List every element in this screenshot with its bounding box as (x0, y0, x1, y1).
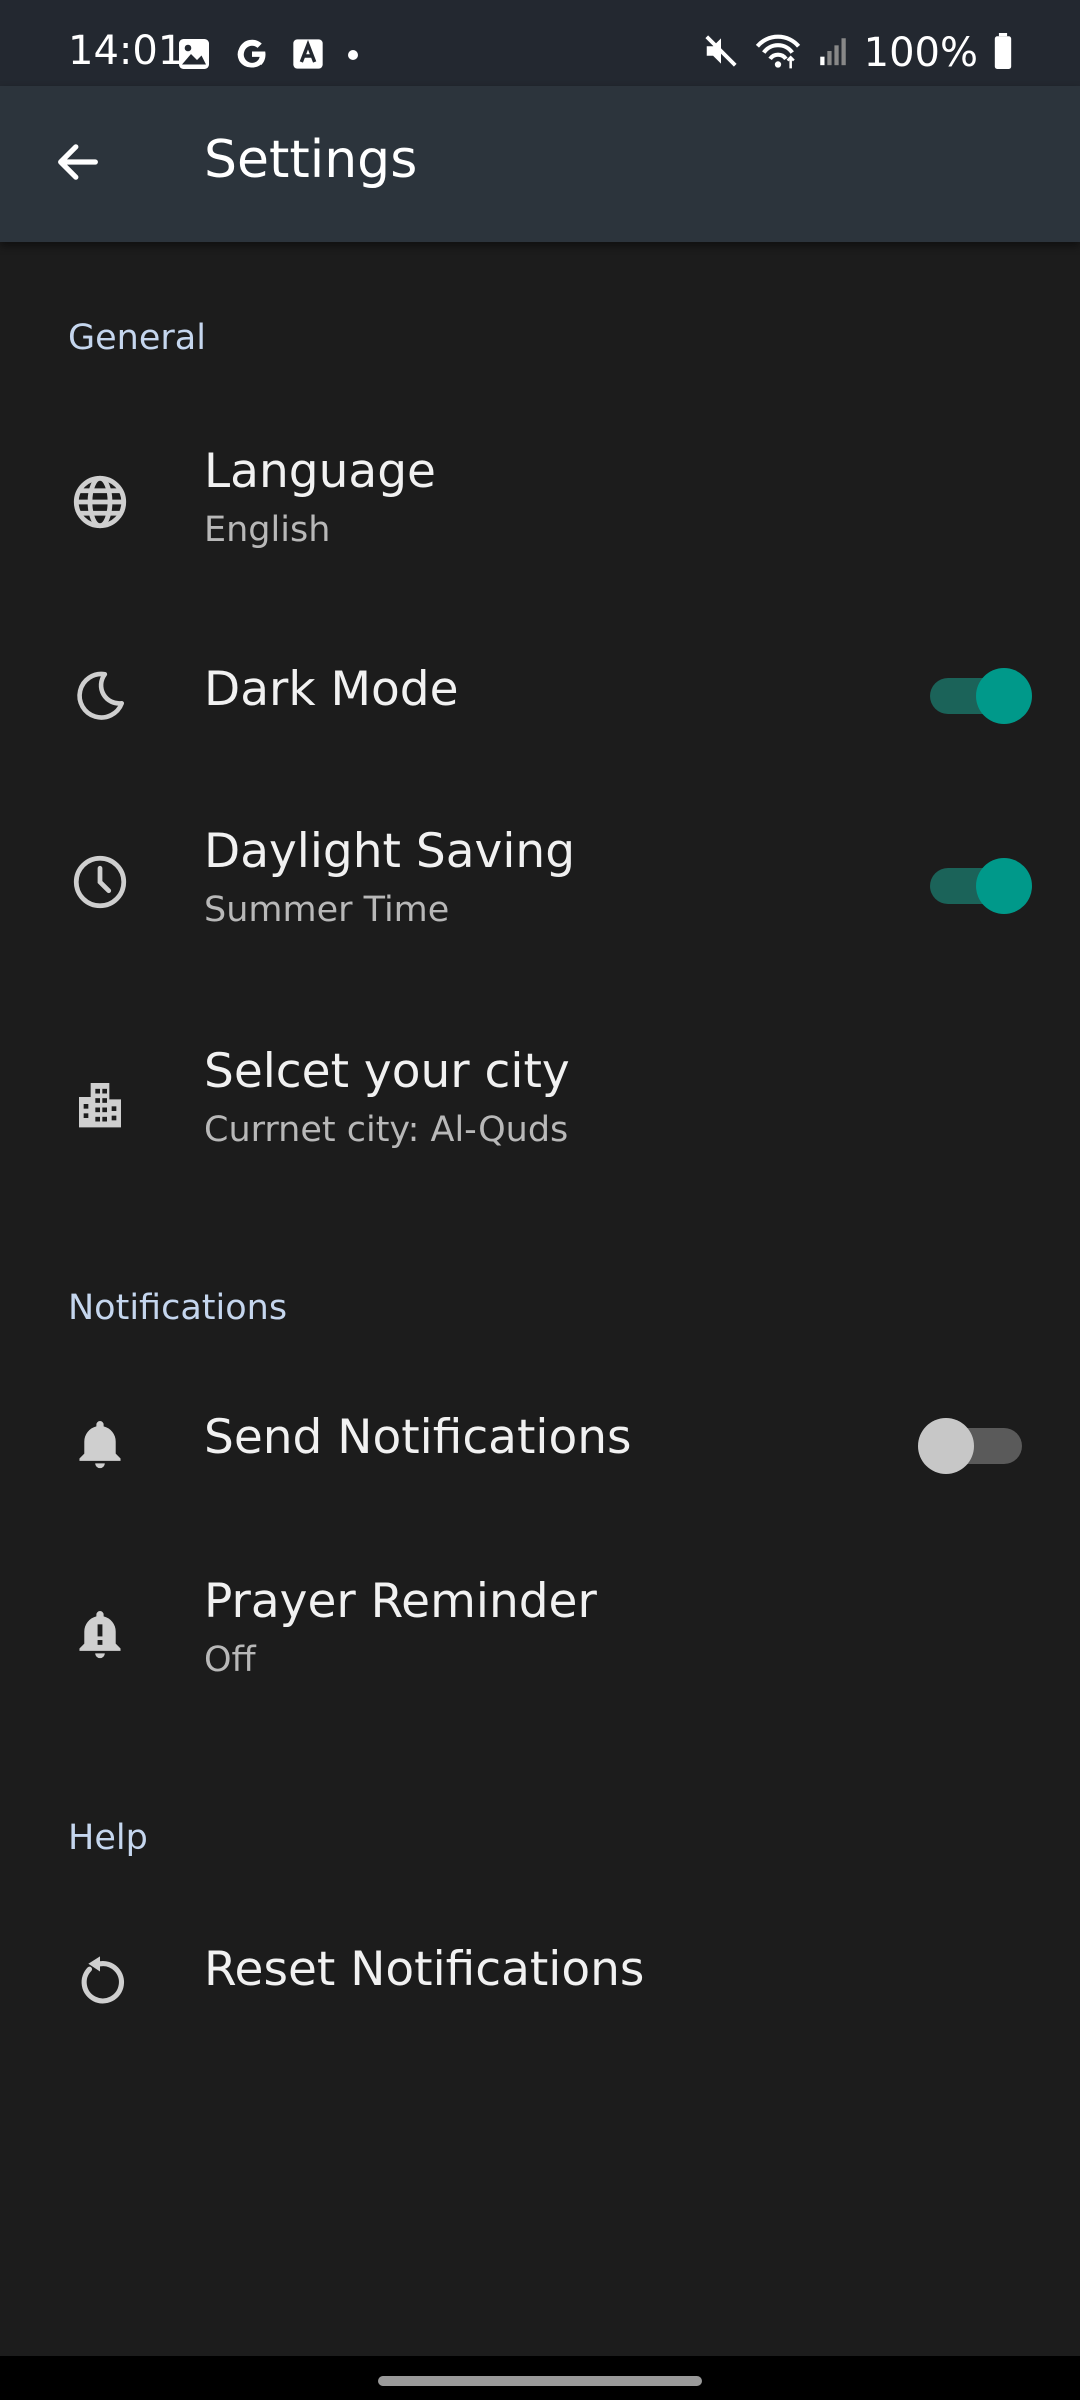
section-header-general: General (68, 318, 206, 358)
setting-send-notifications[interactable]: Send Notifications (0, 1378, 1080, 1508)
setting-city[interactable]: Selcet your city Currnet city: Al-Quds (0, 1020, 1080, 1190)
setting-dark-mode[interactable]: Dark Mode (0, 630, 1080, 760)
signal-icon (816, 34, 850, 72)
setting-language[interactable]: Language English (0, 420, 1080, 590)
setting-reset-notifications-title: Reset Notifications (204, 1942, 645, 1997)
status-notification-icons (176, 36, 360, 76)
daylight-saving-toggle[interactable] (922, 854, 1032, 914)
gallery-icon (176, 36, 212, 76)
setting-dark-mode-title: Dark Mode (204, 662, 459, 717)
battery-icon (992, 33, 1014, 73)
section-header-notifications: Notifications (68, 1288, 288, 1328)
setting-daylight-saving[interactable]: Daylight Saving Summer Time (0, 800, 1080, 970)
setting-daylight-saving-value: Summer Time (204, 890, 450, 930)
setting-send-notifications-title: Send Notifications (204, 1410, 632, 1465)
dot-icon (346, 47, 360, 66)
setting-prayer-reminder[interactable]: Prayer Reminder Off (0, 1550, 1080, 1720)
toggle-thumb (976, 858, 1032, 914)
section-header-help: Help (68, 1818, 148, 1858)
city-icon (68, 1072, 132, 1136)
google-icon (234, 36, 270, 76)
toggle-thumb (918, 1418, 974, 1474)
mute-icon (702, 32, 740, 74)
setting-prayer-reminder-title: Prayer Reminder (204, 1574, 597, 1629)
setting-city-title: Selcet your city (204, 1044, 570, 1099)
page-title: Settings (204, 130, 418, 190)
app-bar: Settings (0, 86, 1080, 242)
toggle-thumb (976, 668, 1032, 724)
arrow-back-icon (52, 136, 104, 192)
status-time: 14:01 (68, 28, 184, 74)
setting-reset-notifications[interactable]: Reset Notifications (0, 1910, 1080, 2040)
reset-icon (68, 1950, 132, 2014)
dark-mode-toggle[interactable] (922, 664, 1032, 724)
home-indicator[interactable] (378, 2376, 702, 2386)
bell-alert-icon (68, 1602, 132, 1666)
wifi-icon (754, 32, 802, 74)
clock-icon (68, 850, 132, 914)
status-system-icons: 100% (702, 30, 1014, 76)
setting-daylight-saving-title: Daylight Saving (204, 824, 576, 879)
moon-icon (68, 664, 132, 728)
setting-prayer-reminder-value: Off (204, 1640, 256, 1680)
setting-language-title: Language (204, 444, 436, 499)
back-button[interactable] (40, 126, 116, 202)
battery-percentage: 100% (863, 30, 978, 76)
globe-icon (68, 470, 132, 534)
send-notifications-toggle[interactable] (918, 1414, 1028, 1474)
settings-screen: 14:01 100% Settings General Language Eng… (0, 0, 1080, 2400)
status-bar: 14:01 100% (0, 0, 1080, 86)
setting-city-value: Currnet city: Al-Quds (204, 1110, 569, 1150)
text-icon (292, 38, 324, 74)
bell-icon (68, 1412, 132, 1476)
setting-language-value: English (204, 510, 331, 550)
